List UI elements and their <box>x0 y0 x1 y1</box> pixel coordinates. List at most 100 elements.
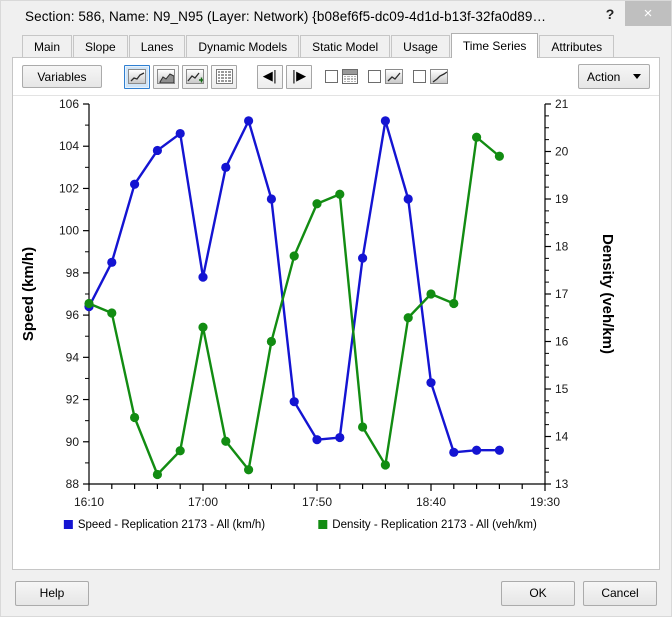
line-chart-glyph <box>128 69 146 84</box>
first-frame-glyph: ◀| <box>262 69 278 84</box>
x-tick-label: 18:40 <box>416 495 446 509</box>
action-label: Action <box>587 69 621 84</box>
data-point <box>449 298 459 309</box>
data-point <box>152 469 162 480</box>
area-chart-glyph <box>157 69 175 84</box>
data-point <box>244 116 254 126</box>
data-point <box>358 253 368 263</box>
y-tick-label: 106 <box>59 97 79 111</box>
help-button[interactable]: Help <box>15 580 89 606</box>
action-group: Action <box>578 64 650 89</box>
tab-lanes[interactable]: Lanes <box>128 35 186 57</box>
y2-tick-label: 18 <box>555 240 569 254</box>
chart-canvas: 88 90 92 94 96 98 100 102 104 106 13 14 15 16 17 18 19 20… <box>20 97 616 531</box>
close-icon[interactable]: × <box>625 1 671 26</box>
legend-swatch <box>63 520 73 529</box>
tab-main[interactable]: Main <box>22 35 73 57</box>
data-point <box>472 132 482 142</box>
cumulative-chart-checkbox[interactable] <box>413 70 426 83</box>
help-icon[interactable]: ? <box>595 1 625 26</box>
y2-tick-label: 17 <box>555 287 569 301</box>
y-axis-title: Speed (km/h) <box>20 247 37 341</box>
data-point <box>198 322 208 332</box>
chart-toolbar: Variables ◀| |▶ Action <box>13 58 659 96</box>
tab-usage[interactable]: Usage <box>391 35 450 57</box>
data-point <box>152 145 162 156</box>
calendar-checkbox[interactable] <box>325 70 338 83</box>
section-dialog: Section: 586, Name: N9_N95 (Layer: Netwo… <box>0 0 672 617</box>
data-point <box>426 289 436 299</box>
tab-time-series[interactable]: Time Series <box>450 33 539 58</box>
y-tick-label: 104 <box>59 139 79 153</box>
calendar-icon <box>342 69 358 84</box>
y2-tick-label: 20 <box>555 145 569 159</box>
x-tick-label: 17:00 <box>188 495 218 509</box>
data-point <box>130 412 140 423</box>
legend-label: Density - Replication 2173 - All (veh/km… <box>332 519 537 531</box>
y2-tick-label: 16 <box>555 335 569 349</box>
tab-attributes[interactable]: Attributes <box>539 35 615 57</box>
data-point <box>198 272 208 282</box>
data-point <box>312 435 322 445</box>
data-point <box>312 199 322 209</box>
y-tick-label: 98 <box>66 266 80 280</box>
y-tick-label: 94 <box>66 350 80 364</box>
data-point <box>335 189 345 199</box>
legend-swatch <box>318 520 328 529</box>
footer-right-buttons: OK Cancel <box>501 580 657 606</box>
y-tick-label: 100 <box>59 224 79 238</box>
table-grid-icon[interactable] <box>211 64 237 89</box>
data-point <box>266 336 276 347</box>
y2-tick-label: 14 <box>555 430 569 444</box>
window-title: Section: 586, Name: N9_N95 (Layer: Netwo… <box>25 9 547 24</box>
action-dropdown-button[interactable]: Action <box>578 64 650 89</box>
y2-axis-title: Density (veh/km) <box>599 234 616 354</box>
data-point <box>472 445 482 455</box>
data-point <box>221 436 231 446</box>
series-line-1 <box>87 136 501 476</box>
last-frame-icon[interactable]: |▶ <box>286 64 312 89</box>
data-point <box>335 432 345 443</box>
data-point <box>403 194 413 204</box>
trend-chart-icon <box>385 69 403 84</box>
tab-strip: Main Slope Lanes Dynamic Models Static M… <box>1 32 671 58</box>
title-bar-buttons: ? × <box>595 1 671 32</box>
add-chart-icon[interactable] <box>182 64 208 89</box>
data-point <box>244 465 254 475</box>
data-point <box>84 298 94 309</box>
data-point <box>289 397 299 407</box>
y-tick-label: 96 <box>66 308 80 322</box>
y2-tick-label: 13 <box>555 477 569 491</box>
first-frame-icon[interactable]: ◀| <box>257 64 283 89</box>
data-point <box>358 422 368 432</box>
table-grid-glyph <box>215 69 233 84</box>
y-tick-label: 90 <box>66 435 80 449</box>
data-point <box>221 162 231 172</box>
x-tick-label: 19:30 <box>530 495 560 509</box>
data-point <box>403 313 413 323</box>
tab-dynamic-models[interactable]: Dynamic Models <box>186 35 300 57</box>
trend-chart-checkbox[interactable] <box>368 70 381 83</box>
ok-button[interactable]: OK <box>501 580 575 606</box>
data-point <box>494 445 504 455</box>
y2-tick-label: 21 <box>555 97 569 111</box>
data-point <box>107 257 117 267</box>
area-chart-icon[interactable] <box>153 64 179 89</box>
data-point <box>107 308 117 318</box>
y2-tick-label: 15 <box>555 382 569 396</box>
data-point <box>426 378 436 388</box>
chevron-down-icon <box>633 74 641 79</box>
tab-slope[interactable]: Slope <box>73 35 128 57</box>
x-tick-label: 17:50 <box>302 495 332 509</box>
data-point <box>175 128 185 139</box>
time-series-chart: 88 90 92 94 96 98 100 102 104 106 13 14 15 16 17 18 19 20… <box>13 96 659 569</box>
tab-static-model[interactable]: Static Model <box>300 35 391 57</box>
line-chart-icon[interactable] <box>124 64 150 89</box>
y-tick-label: 88 <box>66 477 80 491</box>
data-point <box>266 194 276 204</box>
data-point <box>494 151 504 161</box>
variables-button[interactable]: Variables <box>22 65 102 88</box>
add-chart-glyph <box>186 69 204 84</box>
cancel-button[interactable]: Cancel <box>583 580 657 606</box>
time-series-panel: Variables ◀| |▶ Action 88 90 92 94 96 98… <box>12 57 660 570</box>
